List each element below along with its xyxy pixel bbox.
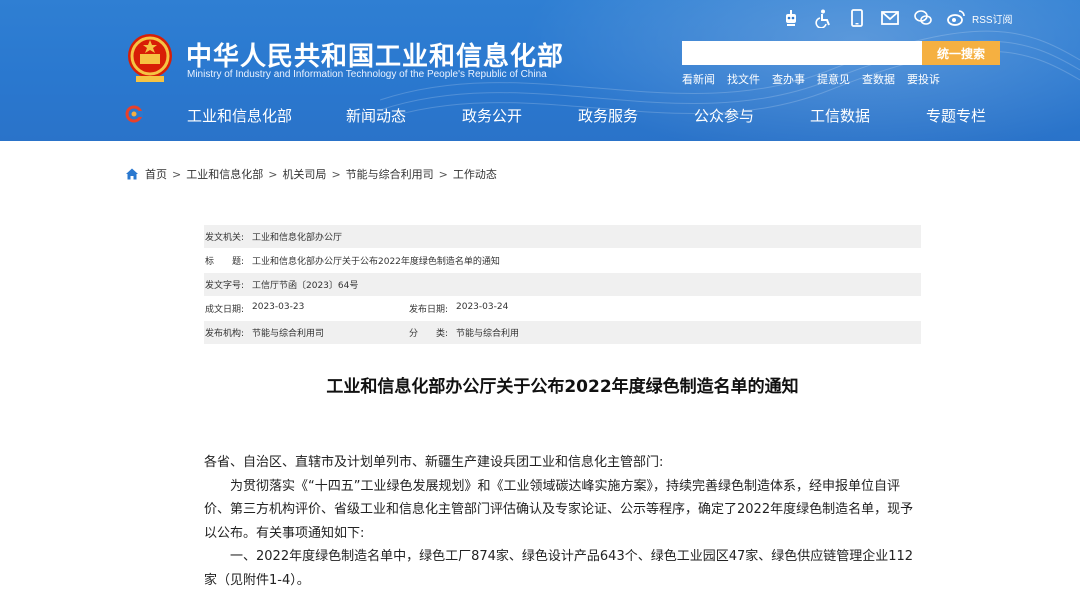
breadcrumb-energy-dept[interactable]: 节能与综合利用司 (346, 166, 434, 182)
wechat-icon[interactable] (912, 7, 934, 29)
nav-item-miit[interactable]: 工业和信息化部 (187, 105, 292, 126)
document-metadata: 发文机关: 工业和信息化部办公厅 标 题: 工业和信息化部办公厅关于公布2022… (204, 225, 921, 345)
quick-link-services[interactable]: 查办事 (772, 71, 805, 87)
search-button[interactable]: 统一搜索 (922, 41, 1000, 65)
meta-org: 节能与综合利用司 (252, 329, 325, 339)
meta-label: 发布日期: (409, 305, 449, 315)
site-title[interactable]: 中华人民共和国工业和信息化部 (186, 36, 564, 73)
mail-icon[interactable] (879, 7, 901, 29)
document-body: 各省、自治区、直辖市及计划单列市、新疆生产建设兵团工业和信息化主管部门: 为贯彻… (204, 451, 921, 589)
meta-row-dates: 成文日期: 2023-03-23 发布日期: 2023-03-24 (204, 297, 921, 321)
quick-link-news[interactable]: 看新闻 (682, 71, 715, 87)
meta-row-docno: 发文字号: 工信厅节函〔2023〕64号 (204, 273, 921, 297)
meta-label: 成文日期: (205, 305, 245, 315)
meta-row-title: 标 题: 工业和信息化部办公厅关于公布2022年度绿色制造名单的通知 (204, 249, 921, 273)
document-paragraph-2: 一、2022年度绿色制造名单中，绿色工厂874家、绿色设计产品643个、绿色工业… (204, 549, 914, 588)
breadcrumb-miit[interactable]: 工业和信息化部 (186, 166, 263, 182)
main-navigation: 工业和信息化部 新闻动态 政务公开 政务服务 公众参与 工信数据 专题专栏 (0, 96, 1080, 132)
nav-item-data[interactable]: 工信数据 (810, 105, 870, 126)
meta-written-date: 2023-03-23 (252, 302, 305, 312)
document-paragraph-1: 为贯彻落实《“十四五”工业绿色发展规划》和《工业领域碳达峰实施方案》，持续完善绿… (204, 478, 914, 541)
breadcrumb-work-news[interactable]: 工作动态 (453, 166, 497, 182)
meta-label: 发文机关: (205, 233, 245, 243)
robot-assistant-icon[interactable] (780, 7, 802, 29)
top-icon-bar: RSS订阅 (780, 7, 1013, 29)
site-title-en: Ministry of Industry and Information Tec… (187, 69, 547, 80)
site-header: 中华人民共和国工业和信息化部 Ministry of Industry and … (0, 0, 1080, 141)
meta-label: 发布机构: (205, 329, 245, 339)
quick-link-feedback[interactable]: 提意见 (817, 71, 850, 87)
home-icon[interactable] (125, 167, 139, 181)
document-salutation: 各省、自治区、直辖市及计划单列市、新疆生产建设兵团工业和信息化主管部门: (204, 455, 664, 470)
breadcrumb-separator: > (268, 167, 278, 181)
meta-category: 节能与综合利用 (456, 329, 520, 339)
weibo-icon[interactable] (945, 7, 967, 29)
breadcrumb-separator: > (172, 167, 182, 181)
quick-link-complaint[interactable]: 要投诉 (907, 71, 940, 87)
meta-row-issuer: 发文机关: 工业和信息化部办公厅 (204, 225, 921, 249)
nav-logo-icon[interactable] (125, 105, 143, 123)
quick-link-data[interactable]: 查数据 (862, 71, 895, 87)
breadcrumb-separator: > (331, 167, 341, 181)
nav-item-gov-affairs[interactable]: 政务公开 (462, 105, 522, 126)
breadcrumb-separator: > (438, 167, 448, 181)
meta-title: 工业和信息化部办公厅关于公布2022年度绿色制造名单的通知 (252, 257, 500, 267)
meta-row-org: 发布机构: 节能与综合利用司 分 类: 节能与综合利用 (204, 321, 921, 345)
quick-links: 看新闻 找文件 查办事 提意见 查数据 要投诉 (682, 71, 952, 87)
document-title: 工业和信息化部办公厅关于公布2022年度绿色制造名单的通知 (326, 377, 799, 397)
breadcrumb-departments[interactable]: 机关司局 (282, 166, 326, 182)
meta-issuer: 工业和信息化部办公厅 (252, 233, 343, 243)
breadcrumb: 首页 > 工业和信息化部 > 机关司局 > 节能与综合利用司 > 工作动态 (125, 166, 497, 182)
breadcrumb-home[interactable]: 首页 (145, 166, 167, 182)
national-emblem-icon (128, 34, 172, 82)
meta-published-date: 2023-03-24 (456, 302, 509, 312)
rss-subscribe-link[interactable]: RSS订阅 (972, 11, 1013, 26)
nav-item-news[interactable]: 新闻动态 (346, 105, 406, 126)
meta-label: 发文字号: (205, 281, 245, 291)
meta-label: 标 题: (205, 257, 245, 267)
search-input[interactable] (682, 41, 922, 65)
quick-link-files[interactable]: 找文件 (727, 71, 760, 87)
nav-item-topics[interactable]: 专题专栏 (926, 105, 986, 126)
nav-item-participation[interactable]: 公众参与 (694, 105, 754, 126)
meta-label: 分 类: (409, 329, 449, 339)
meta-docno: 工信厅节函〔2023〕64号 (252, 281, 359, 291)
mobile-icon[interactable] (846, 7, 868, 29)
nav-item-gov-services[interactable]: 政务服务 (578, 105, 638, 126)
accessibility-icon[interactable] (813, 7, 835, 29)
